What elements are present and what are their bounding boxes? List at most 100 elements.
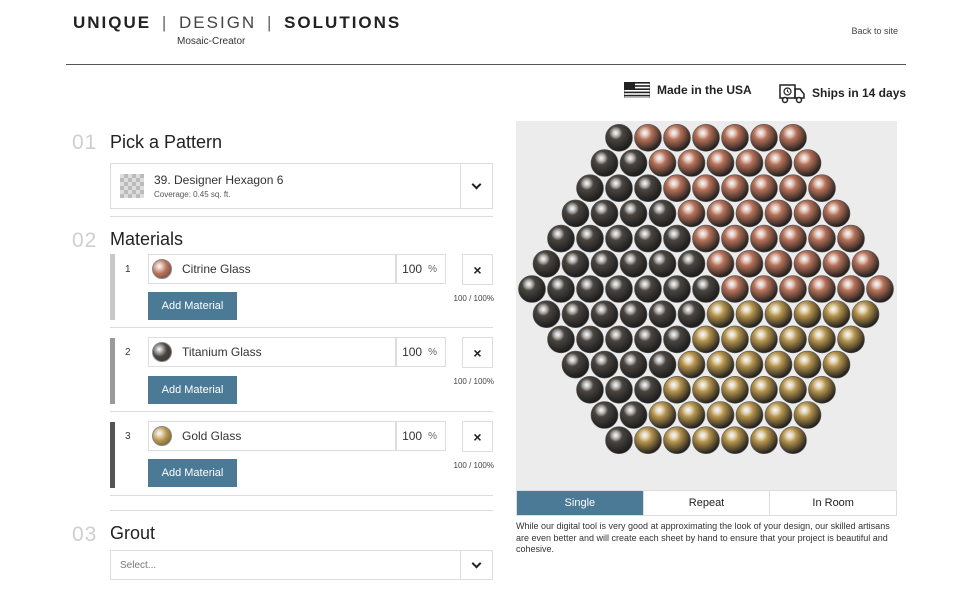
mosaic-tile [663,375,691,404]
brand-design: DESIGN [179,13,257,32]
tab-in-room[interactable]: In Room [769,491,896,515]
app-subtitle: Mosaic-Creator [177,36,246,47]
mosaic-tile [750,375,778,404]
material-total: 100 / 100% [453,461,494,470]
mosaic-tile [648,401,677,429]
material-swatch [152,342,172,362]
mosaic-tile [590,250,619,278]
mosaic-tile [605,275,633,303]
mosaic-tile [721,375,749,404]
mosaic-tile [561,300,590,328]
mosaic-tile [706,300,735,328]
mosaic-tile [619,149,648,177]
mosaic-tile [634,123,662,152]
mosaic-tile [663,224,691,253]
ships-badge: Ships in 14 days [779,82,906,104]
grout-section-title: Grout [110,523,156,543]
mosaic-tile [793,300,822,328]
mosaic-tile [605,325,633,354]
material-percent-input[interactable]: 100 % [396,254,446,284]
chevron-down-icon [471,558,482,568]
material-total: 100 / 100% [453,294,494,303]
mosaic-tile [692,375,720,404]
materials-section-title: Materials [110,229,184,249]
mosaic-tile [706,401,735,429]
mosaic-tile [634,375,662,404]
add-material-button[interactable]: Add Material [148,292,237,320]
mosaic-tile [779,375,807,404]
mosaic-tile [706,149,735,177]
material-percent-input[interactable]: 100 % [396,337,446,367]
material-percent-value: 100 [402,262,423,276]
tab-single[interactable]: Single [517,491,643,515]
remove-material-button[interactable]: × [462,254,493,285]
mosaic-tile [721,426,749,455]
brand-solutions: SOLUTIONS [284,13,402,32]
mosaic-tile [605,123,633,152]
mosaic-tile [677,199,706,228]
mosaic-tile [605,426,633,455]
grout-placeholder: Select... [120,559,157,571]
mosaic-tile [663,426,691,455]
mosaic-tile [779,123,807,152]
mosaic-tile [532,300,561,328]
mosaic-tile [518,275,546,303]
percent-sign: % [428,346,437,358]
add-material-button[interactable]: Add Material [148,376,237,404]
mosaic-tile [677,250,706,278]
mosaic-tile [735,300,764,328]
back-to-site-link[interactable]: Back to site [851,26,898,36]
material-percent-input[interactable]: 100 % [396,421,446,451]
remove-material-button[interactable]: × [462,337,493,368]
mosaic-tile [721,325,749,354]
mosaic-tile [793,250,822,278]
made-in-usa-label: Made in the USA [657,83,752,97]
mosaic-tile [706,199,735,228]
chevron-down-icon [471,179,482,189]
pattern-select[interactable]: 39. Designer Hexagon 6 Coverage: 0.45 sq… [110,163,493,209]
material-select[interactable]: Citrine Glass [148,254,396,284]
material-name: Titanium Glass [182,345,262,359]
mosaic-tile [590,199,619,228]
mosaic-tile [576,275,604,303]
grout-dropdown-button[interactable] [460,551,492,579]
mosaic-tile [677,401,706,429]
grout-select[interactable]: Select... [110,550,493,580]
mosaic-tile [677,149,706,177]
mosaic-tile [808,275,836,303]
mosaic-tile [634,426,662,455]
material-index: 1 [125,264,131,275]
mosaic-tile [822,199,851,228]
mosaic-tile [561,350,590,379]
mosaic-tile [750,426,778,455]
mosaic-tile [590,149,619,177]
material-select[interactable]: Titanium Glass [148,337,396,367]
percent-sign: % [428,430,437,442]
mosaic-tile [634,325,662,354]
brand-separator: | [161,13,169,32]
mosaic-tile [605,174,633,202]
mosaic-tile [576,224,604,253]
step-number: 02 [72,229,98,252]
mosaic-tile [808,174,836,202]
add-material-button[interactable]: Add Material [148,459,237,487]
mosaic-tile [677,300,706,328]
made-in-usa-badge: Made in the USA [624,82,752,98]
material-name: Gold Glass [182,429,242,443]
mosaic-tile [692,224,720,253]
mosaic-tile [750,275,778,303]
remove-material-button[interactable]: × [462,421,493,452]
view-mode-tabs: Single Repeat In Room [516,490,897,516]
mosaic-tile [532,250,561,278]
mosaic-tile [764,199,793,228]
pattern-dropdown-button[interactable] [460,164,492,208]
pattern-coverage: Coverage: 0.45 sq. ft. [154,190,231,199]
mosaic-tile [605,375,633,404]
mosaic-tile [866,275,894,303]
material-percent-value: 100 [402,429,423,443]
mosaic-tile [837,275,865,303]
material-select[interactable]: Gold Glass [148,421,396,451]
mosaic-tile [663,325,691,354]
us-flag-icon [624,82,650,98]
tab-repeat[interactable]: Repeat [642,491,770,515]
